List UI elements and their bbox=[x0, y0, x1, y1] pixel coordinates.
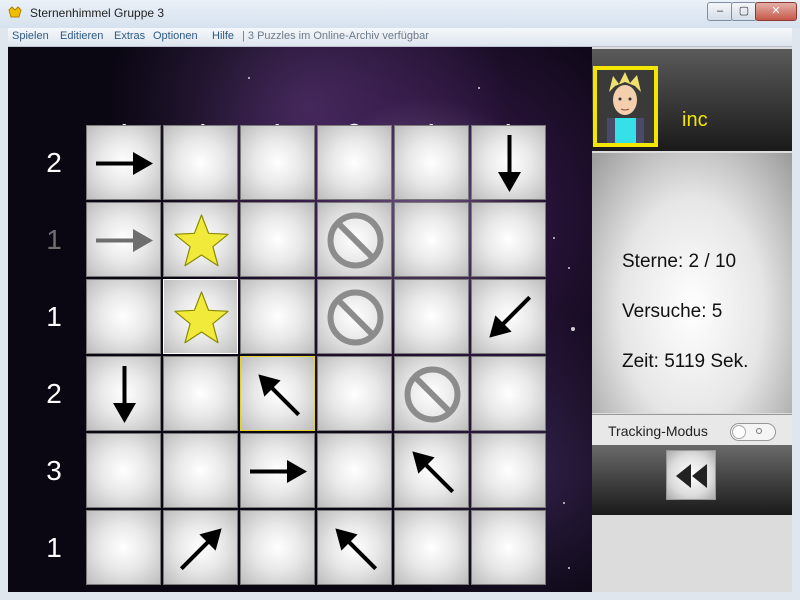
arrow-up-right-icon bbox=[179, 528, 222, 571]
star-icon bbox=[174, 214, 229, 267]
grid-cell[interactable] bbox=[86, 433, 161, 508]
star-icon bbox=[174, 291, 229, 344]
row-clue: 1 bbox=[46, 224, 62, 255]
rewind-icon bbox=[676, 464, 707, 488]
toggle-knob bbox=[732, 425, 746, 439]
grid-cell[interactable] bbox=[86, 279, 161, 354]
grid-cell[interactable] bbox=[394, 356, 469, 431]
menu-item-editieren[interactable]: Editieren bbox=[60, 30, 103, 42]
background-star bbox=[248, 77, 250, 79]
grid-cell[interactable] bbox=[317, 510, 392, 585]
grid-cell[interactable] bbox=[394, 510, 469, 585]
grid-cell[interactable] bbox=[471, 279, 546, 354]
arrow-right-icon bbox=[96, 229, 153, 252]
maximize-button[interactable]: ▢ bbox=[731, 2, 757, 21]
arrow-up-left-icon bbox=[412, 451, 455, 494]
grid-cell[interactable] bbox=[163, 125, 238, 200]
grid-cell[interactable] bbox=[471, 433, 546, 508]
time-counter: Zeit: 5119 Sek. bbox=[622, 351, 749, 372]
stats-box: Sterne: 2 / 10 Versuche: 5 Zeit: 5119 Se… bbox=[592, 153, 792, 413]
grid-cell[interactable] bbox=[163, 279, 238, 354]
window-title: Sternenhimmel Gruppe 3 bbox=[30, 6, 165, 20]
grid-cell[interactable] bbox=[240, 279, 315, 354]
grid-cell[interactable] bbox=[240, 433, 315, 508]
grid-cell[interactable] bbox=[163, 510, 238, 585]
grid-cell[interactable] bbox=[471, 125, 546, 200]
archive-status: | 3 Puzzles im Online-Archiv verfügbar bbox=[242, 30, 429, 42]
arrow-down-icon bbox=[498, 135, 521, 192]
grid-cell[interactable] bbox=[394, 279, 469, 354]
back-button[interactable] bbox=[666, 450, 716, 500]
tracking-label: Tracking-Modus bbox=[608, 423, 708, 439]
grid-cell[interactable] bbox=[86, 356, 161, 431]
grid-cell[interactable] bbox=[317, 433, 392, 508]
tracking-toggle[interactable] bbox=[730, 423, 776, 441]
grid-cell[interactable] bbox=[317, 279, 392, 354]
toggle-off-indicator bbox=[756, 428, 762, 434]
grid-cell[interactable] bbox=[240, 356, 315, 431]
menu-item-optionen[interactable]: Optionen bbox=[153, 30, 198, 42]
grid-cell[interactable] bbox=[317, 356, 392, 431]
navigation-strip bbox=[592, 445, 792, 515]
grid-cell[interactable] bbox=[86, 510, 161, 585]
row-clue: 2 bbox=[46, 378, 62, 409]
grid-cell[interactable] bbox=[240, 125, 315, 200]
blocked-icon bbox=[327, 212, 384, 269]
grid-cell[interactable] bbox=[471, 202, 546, 277]
stars-counter: Sterne: 2 / 10 bbox=[622, 251, 737, 272]
title-bar: Sternenhimmel Gruppe 3 – ▢ ✕ bbox=[0, 0, 800, 28]
grid-cell[interactable] bbox=[240, 202, 315, 277]
background-star bbox=[568, 567, 570, 569]
grid-cell[interactable] bbox=[163, 433, 238, 508]
info-panel: inc Sterne: 2 / 10 Versuche: 5 Zeit: 511… bbox=[592, 47, 792, 592]
background-star bbox=[563, 502, 565, 504]
menu-item-hilfe[interactable]: Hilfe bbox=[212, 30, 234, 42]
close-button[interactable]: ✕ bbox=[755, 2, 797, 21]
menu-bar: Spielen Editieren Extras Optionen Hilfe … bbox=[8, 28, 792, 47]
grid-cell[interactable] bbox=[394, 202, 469, 277]
grid-cell[interactable] bbox=[394, 433, 469, 508]
row-clue: 2 bbox=[46, 147, 62, 178]
grid-cell[interactable] bbox=[163, 356, 238, 431]
menu-item-extras[interactable]: Extras bbox=[114, 30, 145, 42]
grid-cell[interactable] bbox=[471, 510, 546, 585]
menu-item-spielen[interactable]: Spielen bbox=[12, 30, 49, 42]
background-star bbox=[478, 87, 480, 89]
app-icon bbox=[8, 6, 22, 18]
row-clue: 1 bbox=[46, 532, 62, 563]
tracking-row: Tracking-Modus bbox=[592, 414, 792, 445]
blocked-icon bbox=[327, 289, 384, 346]
minimize-button[interactable]: – bbox=[707, 2, 733, 21]
row-clue: 3 bbox=[46, 455, 62, 486]
board-area: 1 4 1 2 1 1 2 1 1 2 3 1 bbox=[8, 47, 592, 592]
attempts-counter: Versuche: 5 bbox=[622, 301, 723, 322]
grid-cell[interactable] bbox=[86, 202, 161, 277]
background-star bbox=[571, 327, 575, 331]
grid-cell[interactable] bbox=[317, 125, 392, 200]
player-avatar bbox=[593, 66, 658, 147]
arrow-up-left-icon bbox=[335, 528, 378, 571]
background-star bbox=[568, 267, 570, 269]
arrow-right-icon bbox=[96, 152, 153, 175]
arrow-right-icon bbox=[250, 460, 307, 483]
arrow-down-icon bbox=[113, 366, 136, 423]
background-star bbox=[553, 237, 555, 239]
blocked-icon bbox=[404, 366, 461, 423]
avatar-image bbox=[597, 70, 654, 143]
grid-cell[interactable] bbox=[86, 125, 161, 200]
player-name: inc bbox=[682, 109, 708, 131]
player-strip: inc bbox=[592, 49, 792, 151]
grid-cell[interactable] bbox=[240, 510, 315, 585]
arrow-up-left-icon bbox=[258, 374, 301, 417]
row-clue: 1 bbox=[46, 301, 62, 332]
grid-cell[interactable] bbox=[394, 125, 469, 200]
grid-cell[interactable] bbox=[163, 202, 238, 277]
arrow-down-left-icon bbox=[489, 295, 532, 338]
grid-cell[interactable] bbox=[317, 202, 392, 277]
grid-cell[interactable] bbox=[471, 356, 546, 431]
